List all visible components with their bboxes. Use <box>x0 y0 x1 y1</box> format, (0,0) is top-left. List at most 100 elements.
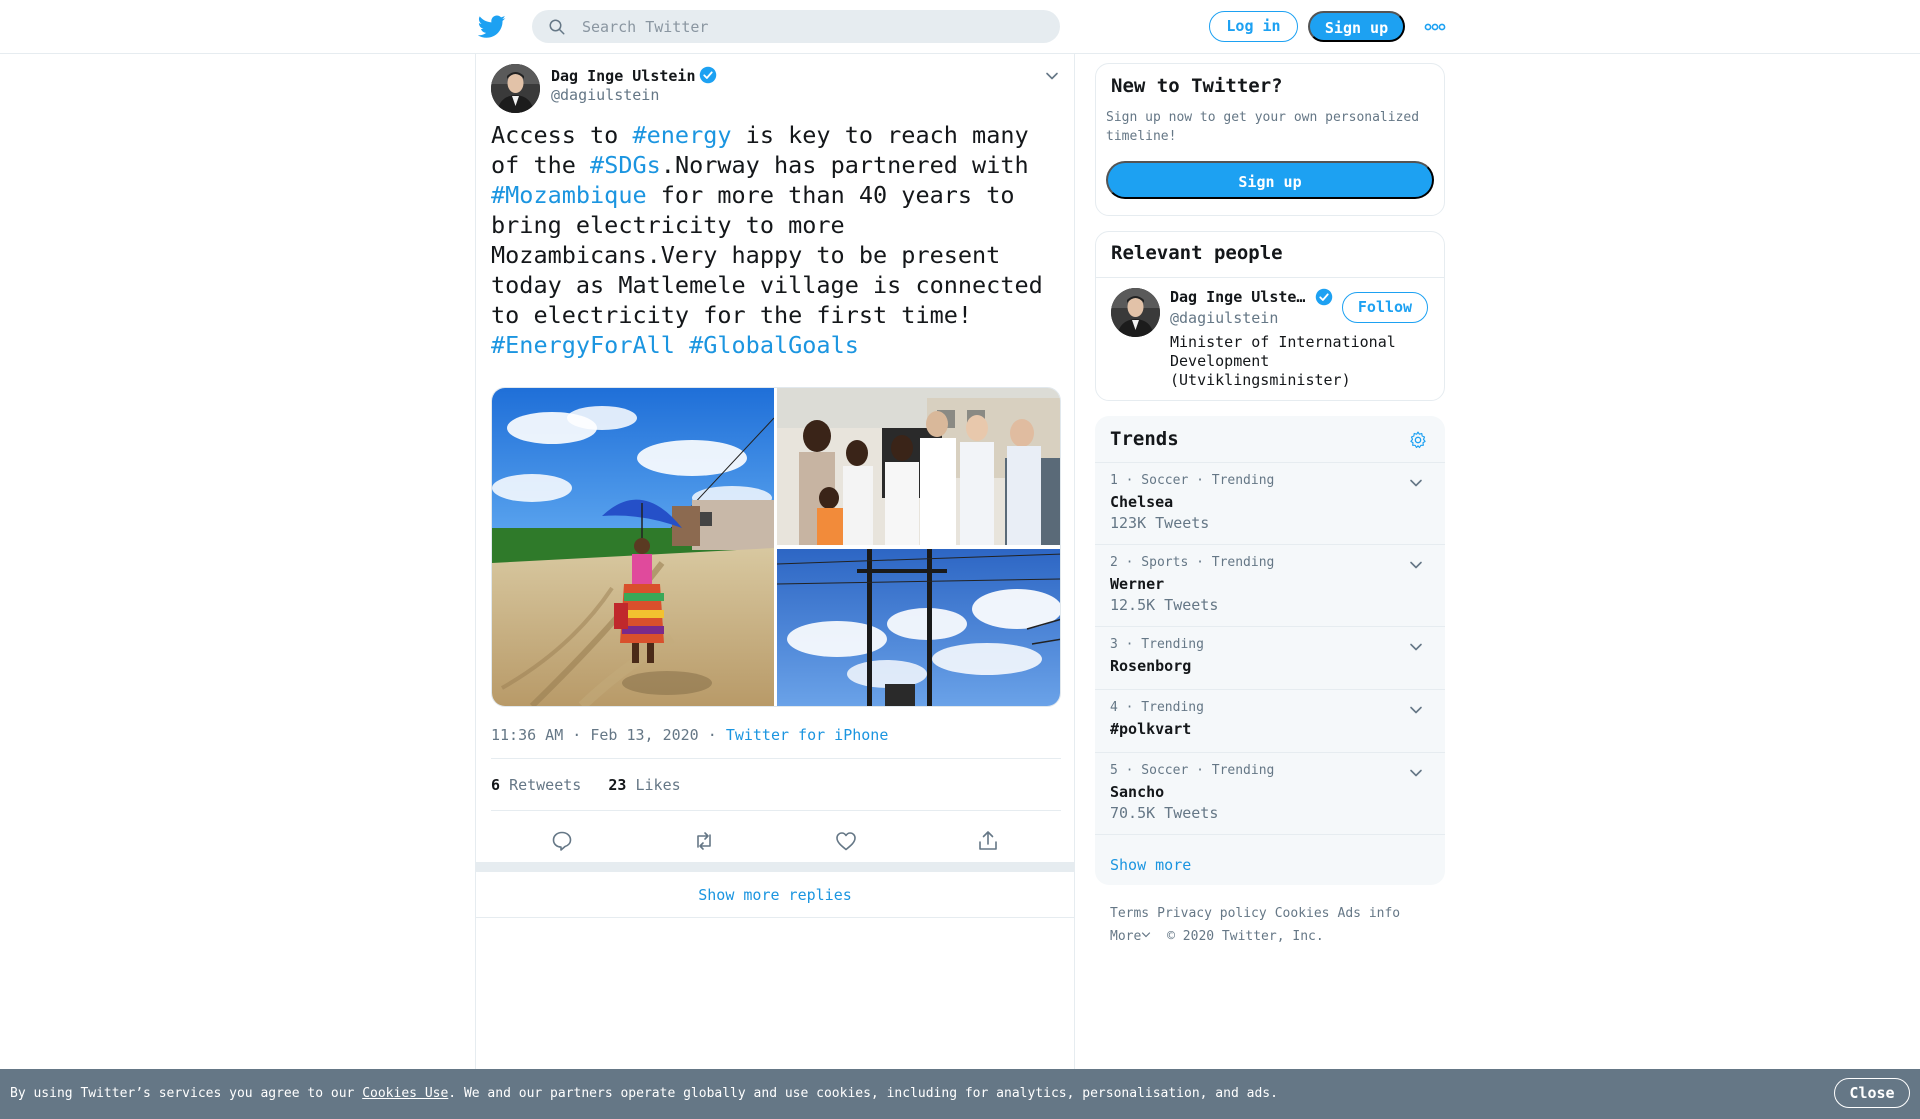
signup-button[interactable]: Sign up <box>1308 11 1405 42</box>
divider <box>491 758 1061 759</box>
tweet-timestamp: 11:36 AM · Feb 13, 2020 · Twitter for iP… <box>491 726 889 744</box>
hashtag-link[interactable]: #Mozambique <box>491 181 647 209</box>
chevron-down-icon[interactable] <box>1408 557 1424 573</box>
gear-icon[interactable] <box>1408 430 1428 450</box>
card-title: New to Twitter? <box>1111 75 1283 97</box>
tweet-photo-2[interactable] <box>777 388 1060 545</box>
relevant-people-card: Relevant people Dag Inge Ulste… @dagiuls… <box>1095 231 1445 401</box>
tweet-date[interactable]: Feb 13, 2020 <box>590 726 698 744</box>
chevron-down-icon[interactable] <box>1408 765 1424 781</box>
tweet-actions <box>491 822 1061 858</box>
trend-meta: 1 · Soccer · Trending <box>1110 473 1275 488</box>
author-name[interactable]: Dag Inge Ulstein <box>551 66 717 85</box>
likes-count: 23 <box>608 776 627 794</box>
person-avatar[interactable] <box>1111 288 1160 337</box>
trend-count: 12.5K Tweets <box>1110 596 1219 614</box>
tweet-photo-1[interactable] <box>492 388 774 706</box>
person-bio: Minister of International Development (U… <box>1170 333 1396 389</box>
tweet-time[interactable]: 11:36 AM <box>491 726 563 744</box>
retweets-label: Retweets <box>509 776 582 794</box>
tweet-text-part: Access to <box>491 121 633 149</box>
trend-item[interactable]: 1 · Soccer · Trending Chelsea 123K Tweet… <box>1095 462 1445 544</box>
tweet-text-part: .Norway has partnered with <box>660 151 1029 179</box>
share-icon[interactable] <box>976 829 1000 853</box>
retweets-count: 6 <box>491 776 501 794</box>
trends-card: Trends 1 · Soccer · Trending Chelsea 123… <box>1095 416 1445 885</box>
tweet-stats: 6 Retweets 23 Likes <box>491 776 681 794</box>
footer-cookies-link[interactable]: Cookies <box>1275 906 1330 921</box>
like-icon[interactable] <box>834 829 858 853</box>
sidebar-footer: Terms Privacy policy Cookies Ads info More … <box>1110 902 1440 948</box>
likes-stat[interactable]: 23 Likes <box>608 776 680 794</box>
tweet-text-part <box>675 331 689 359</box>
tweet-media-grid <box>491 387 1061 707</box>
trend-name[interactable]: Rosenborg <box>1110 657 1191 675</box>
retweet-icon[interactable] <box>692 829 716 853</box>
chevron-down-icon[interactable] <box>1408 475 1424 491</box>
divider <box>1096 277 1444 278</box>
cookie-text-after: . We and our partners operate globally a… <box>448 1086 1278 1101</box>
person-name[interactable]: Dag Inge Ulste… <box>1170 288 1320 306</box>
footer-privacy-link[interactable]: Privacy policy <box>1157 906 1267 921</box>
hashtag-link[interactable]: #GlobalGoals <box>689 331 859 359</box>
hashtag-link[interactable]: #EnergyForAll <box>491 331 675 359</box>
signup-description: Sign up now to get your own personalized… <box>1106 110 1420 144</box>
trend-name[interactable]: Werner <box>1110 575 1164 593</box>
footer-ads-info-link[interactable]: Ads info <box>1338 906 1401 921</box>
section-separator <box>476 862 1074 872</box>
show-more-replies-link[interactable]: Show more replies <box>476 872 1074 918</box>
trend-name[interactable]: #polkvart <box>1110 720 1191 738</box>
footer-more-label: More <box>1110 929 1142 944</box>
trend-count: 70.5K Tweets <box>1110 804 1219 822</box>
footer-copyright: © 2020 Twitter, Inc. <box>1167 929 1324 944</box>
footer-more-menu[interactable]: More <box>1110 929 1151 944</box>
tweet-column: Dag Inge Ulstein @dagiulstein Access to … <box>475 54 1075 1119</box>
person-handle[interactable]: @dagiulstein <box>1170 309 1278 327</box>
trend-item[interactable]: 5 · Soccer · Trending Sancho 70.5K Tweet… <box>1095 752 1445 834</box>
footer-terms-link[interactable]: Terms <box>1110 906 1149 921</box>
card-title: Relevant people <box>1111 242 1283 264</box>
author-name-text[interactable]: Dag Inge Ulstein <box>551 67 696 85</box>
search-input[interactable] <box>582 10 1042 43</box>
trend-name[interactable]: Sancho <box>1110 783 1164 801</box>
chevron-down-icon[interactable] <box>1408 639 1424 655</box>
verified-badge-icon <box>1315 288 1333 306</box>
tweet-photo-3[interactable] <box>777 549 1060 706</box>
trend-count: 123K Tweets <box>1110 514 1210 532</box>
sidebar-signup-button[interactable]: Sign up <box>1106 161 1434 199</box>
cookie-text-before: By using Twitter’s services you agree to… <box>10 1086 363 1101</box>
trend-name[interactable]: Chelsea <box>1110 493 1173 511</box>
retweets-stat[interactable]: 6 Retweets <box>491 776 581 794</box>
trend-meta: 4 · Trending <box>1110 700 1204 715</box>
cookies-use-link[interactable]: Cookies Use <box>362 1086 448 1101</box>
search-icon <box>549 19 565 35</box>
follow-button[interactable]: Follow <box>1342 292 1428 323</box>
new-to-twitter-card: New to Twitter? Sign up now to get your … <box>1095 63 1445 216</box>
trend-item[interactable]: 2 · Sports · Trending Werner 12.5K Tweet… <box>1095 544 1445 626</box>
tweet-source-link[interactable]: Twitter for iPhone <box>726 726 889 744</box>
divider <box>491 810 1061 811</box>
cookie-consent-bar: By using Twitter’s services you agree to… <box>0 1069 1920 1119</box>
chevron-down-icon <box>1142 932 1151 938</box>
chevron-down-icon[interactable] <box>1408 702 1424 718</box>
trends-show-more-link[interactable]: Show more <box>1110 856 1191 874</box>
trend-item[interactable]: 3 · Trending Rosenborg <box>1095 626 1445 689</box>
reply-icon[interactable] <box>550 829 574 853</box>
cookie-close-button[interactable]: Close <box>1834 1078 1910 1108</box>
more-dots-icon[interactable] <box>1424 19 1446 35</box>
hashtag-link[interactable]: #energy <box>632 121 731 149</box>
author-avatar[interactable] <box>491 64 540 113</box>
top-header: Log in Sign up <box>0 0 1920 54</box>
verified-badge-icon <box>699 66 716 84</box>
twitter-logo-icon[interactable] <box>478 14 506 40</box>
search-box[interactable] <box>532 10 1060 43</box>
trend-meta: 5 · Soccer · Trending <box>1110 763 1275 778</box>
likes-label: Likes <box>635 776 681 794</box>
chevron-down-icon[interactable] <box>1044 68 1060 84</box>
author-handle[interactable]: @dagiulstein <box>551 86 659 104</box>
divider <box>1095 834 1445 835</box>
trend-item[interactable]: 4 · Trending #polkvart <box>1095 689 1445 752</box>
trend-meta: 2 · Sports · Trending <box>1110 555 1275 570</box>
login-button[interactable]: Log in <box>1209 11 1298 42</box>
hashtag-link[interactable]: #SDGs <box>590 151 661 179</box>
